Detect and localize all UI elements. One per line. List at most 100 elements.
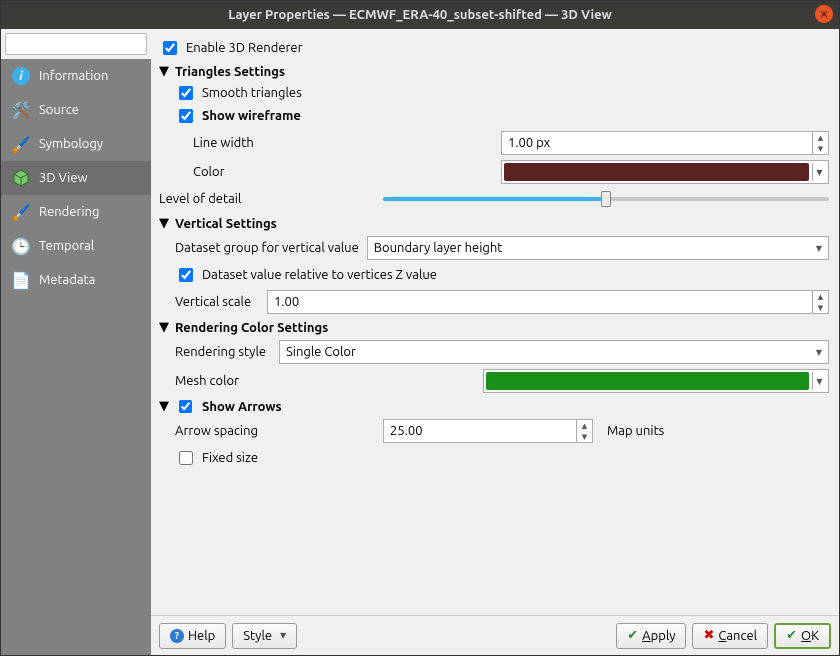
sidebar-item-information[interactable]: i Information <box>1 59 151 93</box>
chevron-up-icon[interactable]: ▲ <box>813 132 828 143</box>
triangles-settings-header[interactable]: ▼ Triangles Settings <box>159 64 829 79</box>
smooth-label: Smooth triangles <box>202 86 302 100</box>
mesh-color-button[interactable]: ▼ <box>483 369 829 393</box>
chevron-down-icon[interactable]: ▼ <box>577 431 592 442</box>
sidebar-item-label: Symbology <box>39 137 103 151</box>
collapse-icon: ▼ <box>159 64 169 79</box>
wireframe-color-button[interactable]: ▼ <box>501 160 829 184</box>
document-icon: 📄 <box>11 270 31 290</box>
chevron-down-icon[interactable]: ▼ <box>813 302 828 313</box>
rendering-color-header[interactable]: ▼ Rendering Color Settings <box>159 320 829 335</box>
sidebar-item-label: Rendering <box>39 205 99 219</box>
fixed-size-check[interactable]: Fixed size <box>175 448 829 468</box>
mesh-color-swatch <box>486 372 809 390</box>
wrench-icon: 🛠️ <box>11 100 31 120</box>
wireframe-color-row: Color ▼ <box>193 160 829 184</box>
sidebar-item-symbology[interactable]: 🖌️ Symbology <box>1 127 151 161</box>
fixed-size-checkbox[interactable] <box>179 451 193 465</box>
chevron-up-icon[interactable]: ▲ <box>813 291 828 302</box>
line-width-value[interactable]: 1.00 px <box>502 132 812 154</box>
dataset-group-label: Dataset group for vertical value <box>175 241 359 255</box>
spin-arrows[interactable]: ▲▼ <box>812 291 828 313</box>
vertical-scale-spinbox[interactable]: 1.00 ▲▼ <box>267 290 829 314</box>
window-body: 🔍 i Information 🛠️ Source 🖌️ Symbology <box>1 29 839 655</box>
rendering-style-value: Single Color <box>286 345 356 359</box>
sidebar-item-label: Temporal <box>39 239 94 253</box>
info-icon: i <box>11 66 31 86</box>
show-arrows-checkbox[interactable] <box>179 400 192 413</box>
relative-z-checkbox[interactable] <box>179 268 193 282</box>
show-arrows-body: Arrow spacing 25.00 ▲▼ Map units Fixed s… <box>175 419 829 468</box>
sidebar-item-metadata[interactable]: 📄 Metadata <box>1 263 151 297</box>
content-scroll[interactable]: Enable 3D Renderer ▼ Triangles Settings … <box>151 29 839 615</box>
sidebar: 🔍 i Information 🛠️ Source 🖌️ Symbology <box>1 29 151 655</box>
line-width-spinbox[interactable]: 1.00 px ▲▼ <box>501 131 829 155</box>
enable-3d-renderer-check[interactable]: Enable 3D Renderer <box>159 38 829 58</box>
wireframe-color-label: Color <box>193 165 493 179</box>
lod-label: Level of detail <box>159 192 369 206</box>
window-title: Layer Properties — ECMWF_ERA-40_subset-s… <box>228 8 612 22</box>
chevron-up-icon[interactable]: ▲ <box>577 420 592 431</box>
sidebar-item-3dview[interactable]: 3D View <box>1 161 151 195</box>
wireframe-checkbox[interactable] <box>179 109 193 123</box>
sidebar-item-rendering[interactable]: 🖌️ Rendering <box>1 195 151 229</box>
arrow-spacing-value[interactable]: 25.00 <box>384 420 576 442</box>
titlebar: Layer Properties — ECMWF_ERA-40_subset-s… <box>1 1 839 29</box>
sidebar-item-temporal[interactable]: 🕒 Temporal <box>1 229 151 263</box>
dialog-footer: ? Help Style ▼ ✔ Apply ✖ Cancel ✔ <box>151 615 839 655</box>
slider-fill <box>383 197 606 201</box>
lod-slider[interactable] <box>383 190 829 208</box>
dataset-group-combo[interactable]: Boundary layer height ▼ <box>367 236 829 260</box>
chevron-down-icon: ▼ <box>280 631 286 640</box>
collapse-icon: ▼ <box>159 216 169 231</box>
level-of-detail-row: Level of detail <box>159 190 829 208</box>
check-icon: ✔ <box>786 628 797 643</box>
help-button[interactable]: ? Help <box>159 623 226 649</box>
help-icon: ? <box>170 629 184 643</box>
arrow-spacing-row: Arrow spacing 25.00 ▲▼ Map units <box>175 419 829 443</box>
section-title: Rendering Color Settings <box>175 321 328 335</box>
enable-3d-label: Enable 3D Renderer <box>186 41 303 55</box>
help-label: Help <box>188 629 215 643</box>
enable-3d-checkbox[interactable] <box>163 41 177 55</box>
dataset-group-row: Dataset group for vertical value Boundar… <box>175 236 829 260</box>
slider-thumb[interactable] <box>601 191 611 207</box>
cancel-button[interactable]: ✖ Cancel <box>692 623 768 649</box>
spin-arrows[interactable]: ▲▼ <box>576 420 592 442</box>
slider-track <box>383 197 829 201</box>
sidebar-item-label: Source <box>39 103 79 117</box>
show-wireframe-check[interactable]: Show wireframe <box>175 106 829 126</box>
arrow-spacing-spinbox[interactable]: 25.00 ▲▼ <box>383 419 593 443</box>
smooth-checkbox[interactable] <box>179 86 193 100</box>
clock-icon: 🕒 <box>11 236 31 256</box>
ok-button[interactable]: ✔ OK <box>774 623 831 649</box>
smooth-triangles-check[interactable]: Smooth triangles <box>175 83 829 103</box>
rendering-style-row: Rendering style Single Color ▼ <box>175 340 829 364</box>
vertical-settings-header[interactable]: ▼ Vertical Settings <box>159 216 829 231</box>
chevron-down-icon[interactable]: ▼ <box>813 143 828 154</box>
sidebar-item-label: Information <box>39 69 108 83</box>
apply-button[interactable]: ✔ Apply <box>616 623 686 649</box>
show-arrows-header[interactable]: ▼ Show Arrows <box>159 399 829 414</box>
search-input[interactable] <box>5 33 147 55</box>
triangles-settings-body: Smooth triangles Show wireframe Line wid… <box>175 83 829 184</box>
collapse-icon: ▼ <box>159 399 169 414</box>
wireframe-label: Show wireframe <box>202 109 301 123</box>
sidebar-item-source[interactable]: 🛠️ Source <box>1 93 151 127</box>
cube-icon <box>11 168 31 188</box>
relative-z-label: Dataset value relative to vertices Z val… <box>202 268 437 282</box>
chevron-down-icon[interactable]: ▼ <box>812 372 826 390</box>
vertical-scale-value[interactable]: 1.00 <box>268 291 812 313</box>
close-icon[interactable]: ✕ <box>815 5 833 23</box>
relative-z-check[interactable]: Dataset value relative to vertices Z val… <box>175 265 829 285</box>
rendering-style-combo[interactable]: Single Color ▼ <box>279 340 829 364</box>
rendering-style-label: Rendering style <box>175 345 271 359</box>
line-width-label: Line width <box>193 136 493 150</box>
chevron-down-icon[interactable]: ▼ <box>812 163 826 181</box>
style-button[interactable]: Style ▼ <box>232 623 297 649</box>
spin-arrows[interactable]: ▲▼ <box>812 132 828 154</box>
section-title: Triangles Settings <box>175 65 285 79</box>
line-width-row: Line width 1.00 px ▲▼ <box>193 131 829 155</box>
cancel-label: Cancel <box>718 629 757 643</box>
fixed-size-label: Fixed size <box>202 451 258 465</box>
